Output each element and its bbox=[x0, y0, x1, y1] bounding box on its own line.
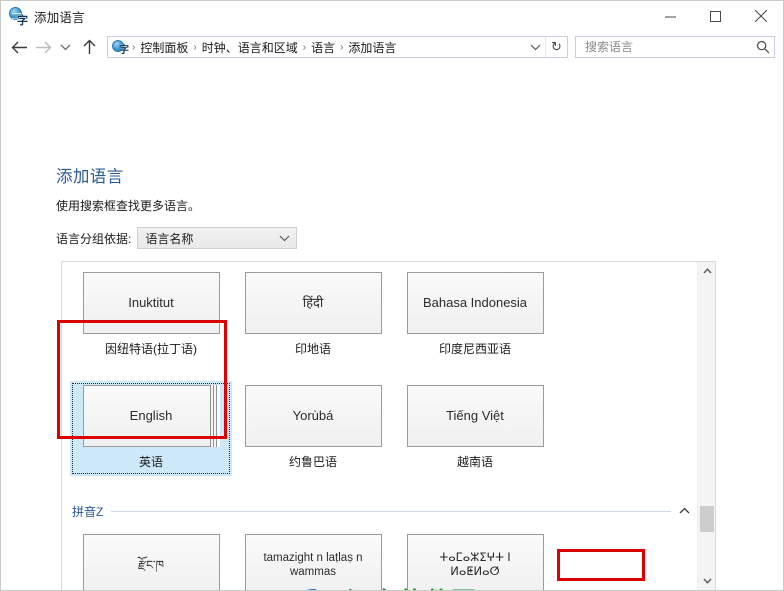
content-area: 添加语言 使用搜索框查找更多语言。 语言分组依据: 语言名称 符号 bbox=[1, 63, 783, 590]
group-by-select[interactable]: 语言名称 bbox=[137, 227, 298, 249]
language-tile-native-name: हिंदी bbox=[244, 272, 382, 334]
language-tile-localized-name: 印地语 bbox=[294, 342, 331, 356]
language-tile-indonesian[interactable]: Bahasa Indonesia 印度尼西亚语 bbox=[394, 268, 556, 363]
language-tile-native-name: English bbox=[82, 385, 220, 447]
language-row: Inuktitut 因纽特语(拉丁语) हिंदी 印地语 Bahasa Ind… bbox=[62, 262, 696, 363]
language-tile-native-name: tamazight n laṭlaṣ n wammas bbox=[244, 534, 382, 590]
language-tile-native-name: ⵜⴰⵎⴰⵣⵉⵖⵜ ⵏ ⵍⴰⵟⵍⴰⵚ bbox=[406, 534, 544, 590]
language-tile-localized-name: 印度尼西亚语 bbox=[438, 342, 511, 356]
language-tile-inuktitut[interactable]: Inuktitut 因纽特语(拉丁语) bbox=[70, 268, 232, 363]
language-tile-native-name: Tiếng Việt bbox=[406, 385, 544, 447]
language-tile-dzongkha[interactable]: རྫོང་ཁ bbox=[70, 530, 232, 590]
maximize-button[interactable] bbox=[693, 1, 738, 31]
search-input[interactable] bbox=[583, 39, 756, 55]
language-tile-localized-name: 英语 bbox=[138, 455, 163, 469]
search-box[interactable] bbox=[575, 36, 775, 58]
search-icon[interactable] bbox=[756, 40, 770, 54]
language-globe-icon: 字 bbox=[9, 7, 28, 27]
scroll-up-button[interactable] bbox=[698, 262, 715, 280]
language-tile-central-atlas-tamazight-latin[interactable]: tamazight n laṭlaṣ n wammas bbox=[232, 530, 394, 590]
group-header-label: 拼音Z bbox=[72, 504, 104, 519]
language-list-panel: 符号 Inuktitut 因纽特语(拉丁语) हिंदी 印地语 bbox=[61, 261, 716, 590]
chevron-down-icon[interactable] bbox=[525, 37, 545, 57]
language-tile-yoruba[interactable]: Yorùbá 约鲁巴语 bbox=[232, 381, 394, 476]
up-button[interactable] bbox=[77, 35, 101, 59]
page-subtitle: 使用搜索框查找更多语言。 bbox=[56, 199, 201, 213]
language-tile-localized-name: 越南语 bbox=[456, 455, 493, 469]
group-by-row: 语言分组依据: 语言名称 bbox=[56, 227, 298, 249]
scrollbar-thumb[interactable] bbox=[700, 506, 714, 532]
chevron-down-icon bbox=[279, 234, 290, 242]
breadcrumb-bar[interactable]: 字 › 控制面板 › 时钟、语言和区域 › 语言 › 添加语言 ↻ bbox=[107, 36, 568, 58]
chevron-up-icon[interactable] bbox=[679, 507, 690, 515]
forward-button[interactable] bbox=[31, 35, 55, 59]
close-button[interactable] bbox=[738, 1, 783, 31]
language-tile-english[interactable]: English 英语 bbox=[70, 381, 232, 476]
back-button[interactable] bbox=[7, 35, 31, 59]
language-tile-hindi[interactable]: हिंदी 印地语 bbox=[232, 268, 394, 363]
breadcrumb-item-clock-language-region[interactable]: 时钟、语言和区域 bbox=[198, 39, 302, 56]
refresh-icon[interactable]: ↻ bbox=[545, 37, 567, 57]
caption-buttons bbox=[648, 1, 783, 31]
language-row: English 英语 Yorùbá 约鲁巴语 Tiếng Việt 越南语 bbox=[62, 363, 696, 476]
language-list-viewport[interactable]: 符号 Inuktitut 因纽特语(拉丁语) हिंदी 印地语 bbox=[62, 262, 696, 590]
language-tile-localized-name: 约鲁巴语 bbox=[288, 455, 337, 469]
scroll-down-button[interactable] bbox=[698, 572, 715, 590]
address-bar-row: 字 › 控制面板 › 时钟、语言和区域 › 语言 › 添加语言 ↻ bbox=[1, 31, 783, 63]
breadcrumb-item-control-panel[interactable]: 控制面板 bbox=[136, 39, 192, 56]
vertical-scrollbar[interactable] bbox=[697, 262, 715, 590]
language-tile-native-name: Yorùbá bbox=[244, 385, 382, 447]
language-tile-native-name: རྫོང་ཁ bbox=[82, 534, 220, 590]
group-by-label: 语言分组依据: bbox=[56, 231, 132, 246]
group-header-pinyin-z[interactable]: 拼音Z bbox=[62, 500, 696, 522]
language-tile-central-atlas-tamazight-tifinagh[interactable]: ⵜⴰⵎⴰⵣⵉⵖⵜ ⵏ ⵍⴰⵟⵍⴰⵚ bbox=[394, 530, 556, 590]
breadcrumb-item-add-language[interactable]: 添加语言 bbox=[344, 39, 400, 56]
language-tile-native-name: Bahasa Indonesia bbox=[406, 272, 544, 334]
group-by-value: 语言名称 bbox=[145, 231, 194, 246]
group-header-rule bbox=[111, 510, 671, 512]
language-tile-native-name: Inuktitut bbox=[82, 272, 220, 334]
window-title: 添加语言 bbox=[34, 10, 85, 25]
language-tile-localized-name: 因纽特语(拉丁语) bbox=[105, 342, 197, 356]
language-list-scroll-content: 符号 Inuktitut 因纽特语(拉丁语) हिंदी 印地语 bbox=[62, 262, 696, 590]
language-row: རྫོང་ཁ tamazight n laṭlaṣ n wammas ⵜⴰⵎⴰⵣ… bbox=[62, 522, 696, 590]
recent-locations-button[interactable] bbox=[55, 35, 75, 59]
language-tile-vietnamese[interactable]: Tiếng Việt 越南语 bbox=[394, 381, 556, 476]
page-title: 添加语言 bbox=[56, 168, 124, 186]
title-bar: 字 添加语言 bbox=[1, 1, 783, 31]
add-language-window: 字 添加语言 字 › 控制面板 › 时钟、语言和区域 › 语言 › 添加语言 ↻… bbox=[0, 0, 784, 591]
minimize-button[interactable] bbox=[648, 1, 693, 31]
breadcrumb-item-language[interactable]: 语言 bbox=[307, 39, 339, 56]
breadcrumb-language-icon: 字 bbox=[112, 39, 129, 56]
